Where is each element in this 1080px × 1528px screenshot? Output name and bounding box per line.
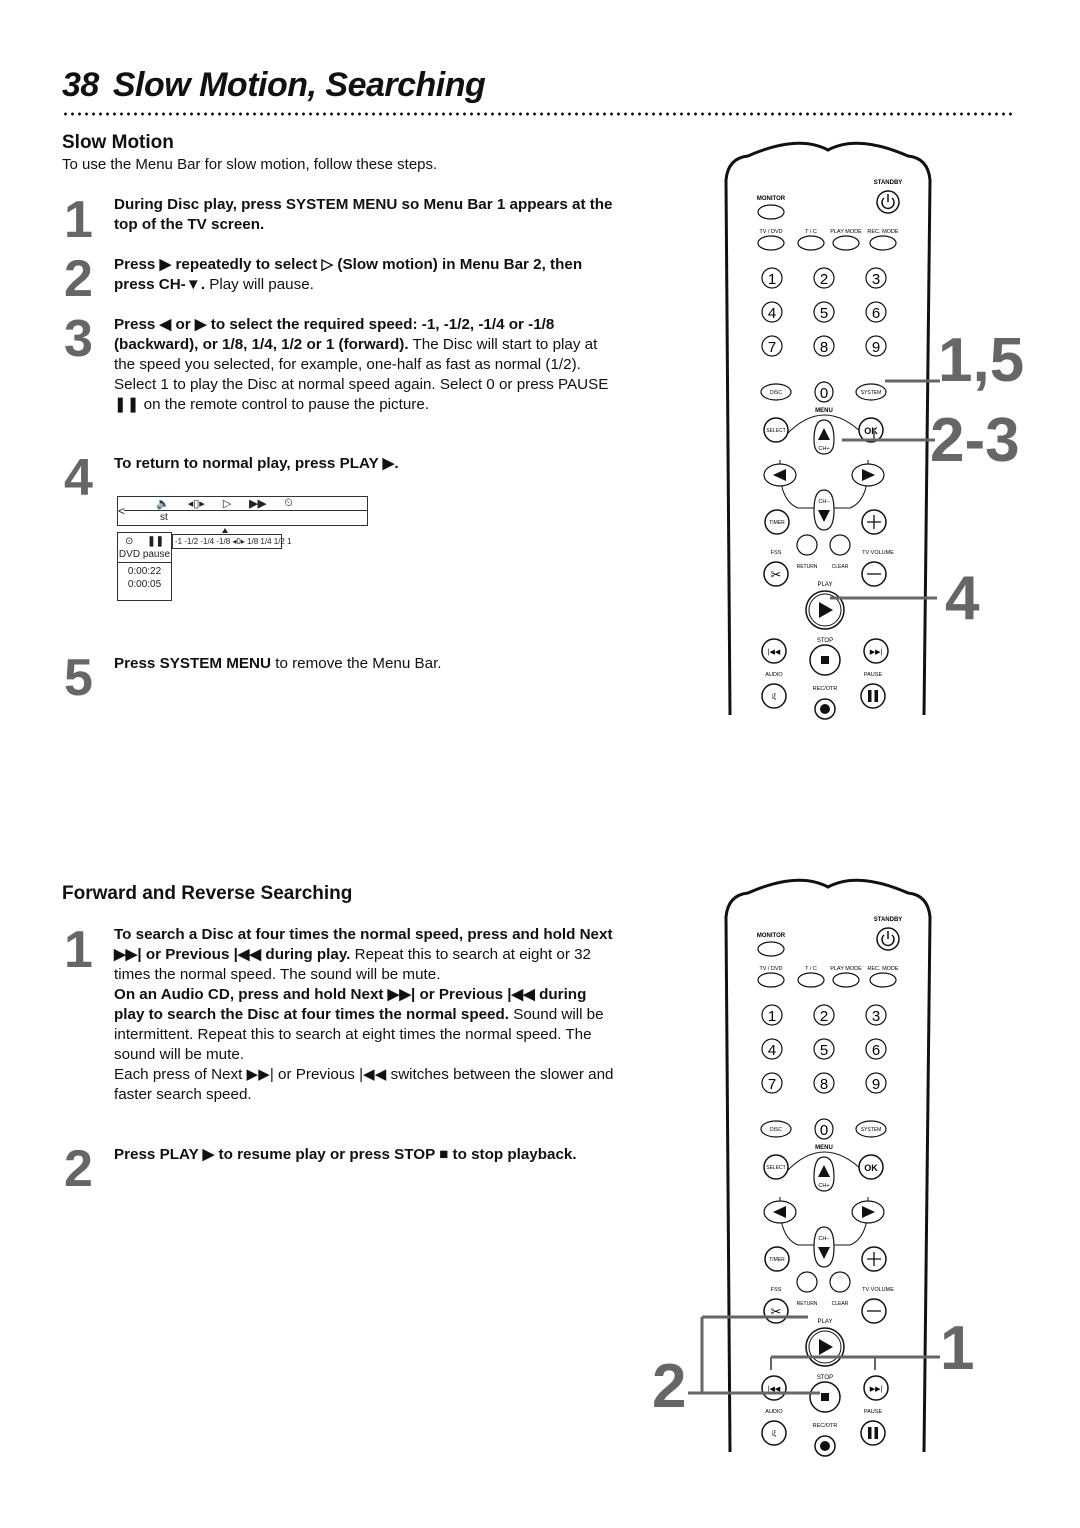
callout-steps-2-3: 2-3 bbox=[930, 406, 1020, 475]
callout-step-4: 4 bbox=[945, 564, 980, 633]
callout-search-step-1: 1 bbox=[940, 1314, 975, 1383]
callout-lines bbox=[688, 379, 940, 1395]
callout-search-step-2: 2 bbox=[652, 1352, 687, 1421]
callout-steps-1-5: 1,5 bbox=[938, 326, 1025, 395]
